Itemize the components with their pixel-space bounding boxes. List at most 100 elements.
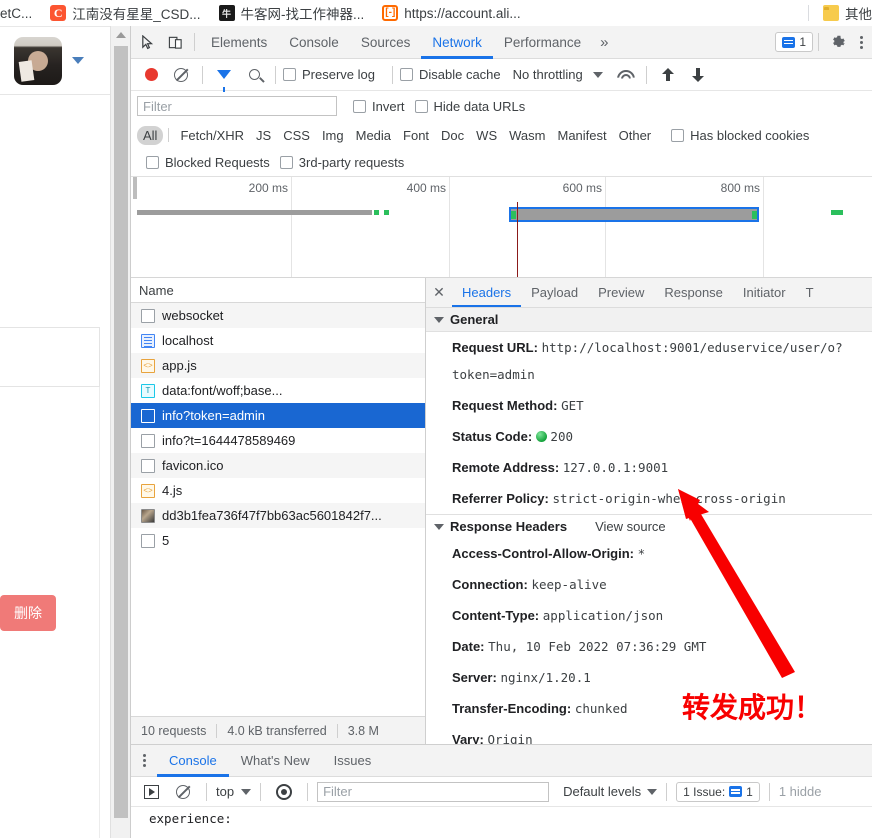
drawer-menu-icon[interactable] <box>131 745 157 777</box>
type-chip-fetchxhr[interactable]: Fetch/XHR <box>174 126 250 145</box>
console-levels-label: Default levels <box>563 784 642 799</box>
bookmark-folder-other[interactable]: 其他 <box>814 1 872 25</box>
execute-icon[interactable] <box>137 779 165 805</box>
disable-cache-checkbox[interactable]: Disable cache <box>399 67 501 82</box>
has-blocked-cookies-checkbox[interactable]: Has blocked cookies <box>671 128 809 143</box>
filter-input[interactable] <box>137 96 337 116</box>
gear-icon[interactable] <box>824 29 852 55</box>
drawer-tab-issues[interactable]: Issues <box>322 745 384 777</box>
preserve-log-checkbox[interactable]: Preserve log <box>283 67 375 82</box>
request-row-4js[interactable]: <> 4.js <box>131 478 425 503</box>
toolbar-separator <box>391 65 393 84</box>
bookmark-item-2[interactable]: 牛 牛客网-找工作神器... <box>210 1 374 25</box>
page-scrollbar[interactable] <box>110 26 130 838</box>
filter-funnel-icon[interactable] <box>210 62 238 92</box>
type-chip-font[interactable]: Font <box>397 126 435 145</box>
tab-network[interactable]: Network <box>421 26 493 59</box>
import-har-icon[interactable] <box>654 62 682 88</box>
view-source-link[interactable]: View source <box>595 519 666 534</box>
record-button[interactable] <box>137 62 165 88</box>
type-chip-manifest[interactable]: Manifest <box>551 126 612 145</box>
response-headers-section-header[interactable]: Response Headers View source <box>426 514 872 538</box>
tab-preview[interactable]: Preview <box>588 278 654 307</box>
blocked-requests-checkbox[interactable]: Blocked Requests <box>146 155 270 170</box>
checkbox-box[interactable] <box>146 156 159 169</box>
checkbox-box[interactable] <box>399 68 413 81</box>
toolbar-separator <box>768 782 770 801</box>
bookmark-item-1[interactable]: C 江南没有星星_CSD... <box>41 1 209 25</box>
console-context-select[interactable]: top <box>216 784 252 799</box>
request-row-5[interactable]: 5 <box>131 528 425 553</box>
export-har-icon[interactable] <box>684 62 712 88</box>
throttling-select[interactable]: No throttling <box>513 67 583 82</box>
clear-console-icon[interactable] <box>169 779 197 805</box>
page-blank-region <box>0 95 110 325</box>
type-chip-img[interactable]: Img <box>316 126 350 145</box>
overview-tick-label: 800 ms <box>720 181 760 195</box>
tab-performance[interactable]: Performance <box>493 26 592 59</box>
type-chip-other[interactable]: Other <box>613 126 658 145</box>
tab-initiator[interactable]: Initiator <box>733 278 796 307</box>
console-levels-select[interactable]: Default levels <box>563 784 658 799</box>
chevron-down-icon[interactable] <box>72 57 84 64</box>
tab-timing[interactable]: T <box>796 278 824 307</box>
request-row-favicon[interactable]: favicon.ico <box>131 453 425 478</box>
request-row-datafont[interactable]: T data:font/woff;base... <box>131 378 425 403</box>
type-chip-doc[interactable]: Doc <box>435 126 470 145</box>
console-issues-badge[interactable]: 1 Issue: 1 <box>676 781 760 802</box>
checkbox-box[interactable] <box>353 99 366 113</box>
tab-console[interactable]: Console <box>278 26 350 59</box>
request-row-appjs[interactable]: <> app.js <box>131 353 425 378</box>
console-filter-input[interactable] <box>317 781 550 802</box>
request-row-websocket[interactable]: websocket <box>131 303 425 328</box>
tab-elements[interactable]: Elements <box>200 26 278 59</box>
bookmark-item-3[interactable]: [-] https://account.ali... <box>373 1 529 25</box>
delete-button[interactable]: 删除 <box>0 595 56 631</box>
scrollbar-thumb[interactable] <box>114 46 128 818</box>
request-column-header[interactable]: Name <box>131 278 425 303</box>
close-icon[interactable]: ✕ <box>426 278 452 307</box>
generic-file-icon <box>141 533 155 548</box>
inspect-element-icon[interactable] <box>133 29 161 55</box>
request-row-info-t[interactable]: info?t=1644478589469 <box>131 428 425 453</box>
type-chip-ws[interactable]: WS <box>470 126 503 145</box>
third-party-requests-checkbox[interactable]: 3rd-party requests <box>279 155 404 170</box>
tab-sources[interactable]: Sources <box>350 26 422 59</box>
live-expression-icon[interactable] <box>270 779 298 805</box>
issues-badge[interactable]: 1 <box>775 32 813 52</box>
request-row-image[interactable]: dd3b1fea736f47f7bb63ac5601842f7... <box>131 503 425 528</box>
invert-checkbox[interactable]: Invert <box>353 99 405 114</box>
type-chip-all[interactable]: All <box>137 125 164 145</box>
kebab-menu-icon[interactable] <box>852 29 870 55</box>
type-chip-media[interactable]: Media <box>350 126 397 145</box>
checkbox-box[interactable] <box>671 128 685 142</box>
overview-selection[interactable] <box>509 207 759 222</box>
network-overview-timeline[interactable]: 200 ms 400 ms 600 ms 800 ms 10 <box>131 177 872 278</box>
hide-data-urls-checkbox[interactable]: Hide data URLs <box>414 99 525 114</box>
bookmark-label: 牛客网-找工作神器... <box>240 7 365 22</box>
bookmark-item-0[interactable]: etC... <box>0 1 41 25</box>
type-chip-wasm[interactable]: Wasm <box>503 126 551 145</box>
scroll-up-arrow-icon[interactable] <box>116 32 126 38</box>
tab-response[interactable]: Response <box>654 278 733 307</box>
request-row-info-token[interactable]: info?token=admin <box>131 403 425 428</box>
header-row-request-url: Request URL: http://localhost:9001/eduse… <box>426 332 872 390</box>
drawer-tab-console[interactable]: Console <box>157 745 229 777</box>
tab-headers[interactable]: Headers <box>452 278 521 307</box>
checkbox-box[interactable] <box>414 99 428 113</box>
more-tabs-icon[interactable]: » <box>592 34 616 51</box>
network-conditions-icon[interactable] <box>611 62 639 88</box>
header-value: * <box>637 546 646 561</box>
clear-button[interactable] <box>167 62 195 88</box>
device-toolbar-icon[interactable] <box>161 29 189 55</box>
type-chip-css[interactable]: CSS <box>277 126 316 145</box>
request-row-localhost[interactable]: localhost <box>131 328 425 353</box>
general-section-header[interactable]: General <box>426 308 872 332</box>
drawer-tab-whats-new[interactable]: What's New <box>229 745 322 777</box>
type-chip-js[interactable]: JS <box>250 126 277 145</box>
tab-payload[interactable]: Payload <box>521 278 588 307</box>
search-icon[interactable] <box>240 62 268 88</box>
checkbox-box[interactable] <box>279 156 293 169</box>
checkbox-box[interactable] <box>283 68 296 81</box>
chevron-down-icon[interactable] <box>592 71 603 78</box>
